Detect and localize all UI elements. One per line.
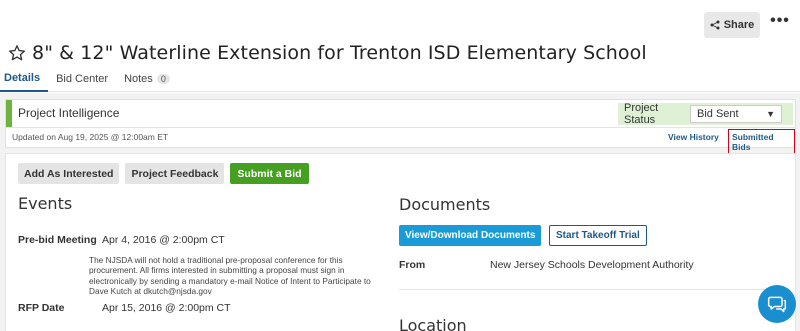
project-feedback-button[interactable]: Project Feedback: [125, 163, 225, 184]
action-buttons: Add As Interested Project Feedback Submi…: [18, 163, 309, 184]
project-status-box: Project Status Bid Sent ▼: [618, 102, 793, 126]
tab-details-label: Details: [4, 72, 41, 84]
view-history-link[interactable]: View History: [668, 132, 719, 142]
updated-timestamp: Updated on Aug 19, 2025 @ 12:00am ET: [12, 132, 169, 142]
location-heading: Location: [399, 316, 467, 331]
chat-button[interactable]: [758, 285, 796, 323]
from-value: New Jersey Schools Development Authority: [490, 259, 694, 271]
tab-details[interactable]: Details: [0, 72, 49, 92]
share-button[interactable]: Share: [704, 12, 760, 38]
view-download-documents-button[interactable]: View/Download Documents: [399, 225, 542, 246]
tab-notes-label: Notes: [124, 73, 153, 85]
start-takeoff-trial-button[interactable]: Start Takeoff Trial: [549, 225, 647, 246]
caret-down-icon: ▼: [766, 109, 775, 119]
page-title: 8" & 12" Waterline Extension for Trenton…: [32, 42, 647, 64]
notes-count-badge: 0: [156, 74, 170, 84]
add-as-interested-button[interactable]: Add As Interested: [18, 163, 120, 184]
prebid-meeting-label: Pre-bid Meeting: [18, 234, 97, 246]
project-status-label: Project Status: [624, 102, 659, 126]
intelligence-title: Project Intelligence: [18, 106, 120, 120]
chat-icon: [767, 296, 787, 313]
rfp-date-label: RFP Date: [18, 302, 65, 314]
prebid-meeting-note: The NJSDA will not hold a traditional pr…: [89, 255, 371, 297]
details-card: Add As Interested Project Feedback Submi…: [5, 153, 796, 331]
project-status-value: Bid Sent: [697, 108, 739, 120]
documents-heading: Documents: [399, 195, 491, 214]
share-label: Share: [723, 19, 755, 31]
top-bar: Share •••: [0, 0, 800, 40]
intelligence-accent-bar: [6, 100, 12, 127]
project-status-select[interactable]: Bid Sent ▼: [690, 105, 782, 123]
star-icon[interactable]: [8, 44, 26, 62]
more-options-button[interactable]: •••: [770, 13, 790, 34]
tab-bar: Details Bid Center Notes 0: [0, 72, 800, 92]
from-label: From: [399, 259, 426, 271]
intelligence-divider: [6, 127, 795, 128]
tab-notes[interactable]: Notes 0: [116, 72, 178, 92]
project-intelligence-card: Project Intelligence Project Status Bid …: [5, 99, 796, 157]
title-row: 8" & 12" Waterline Extension for Trenton…: [8, 42, 647, 64]
tab-bid-center-label: Bid Center: [56, 73, 109, 85]
prebid-meeting-value: Apr 4, 2016 @ 2:00pm CT: [102, 234, 225, 246]
events-heading: Events: [18, 194, 73, 213]
submit-bid-button[interactable]: Submit a Bid: [230, 163, 309, 184]
share-icon: [710, 20, 720, 30]
documents-divider: [399, 289, 779, 290]
rfp-date-value: Apr 15, 2016 @ 2:00pm CT: [102, 302, 231, 314]
tab-bid-center[interactable]: Bid Center: [48, 72, 116, 92]
